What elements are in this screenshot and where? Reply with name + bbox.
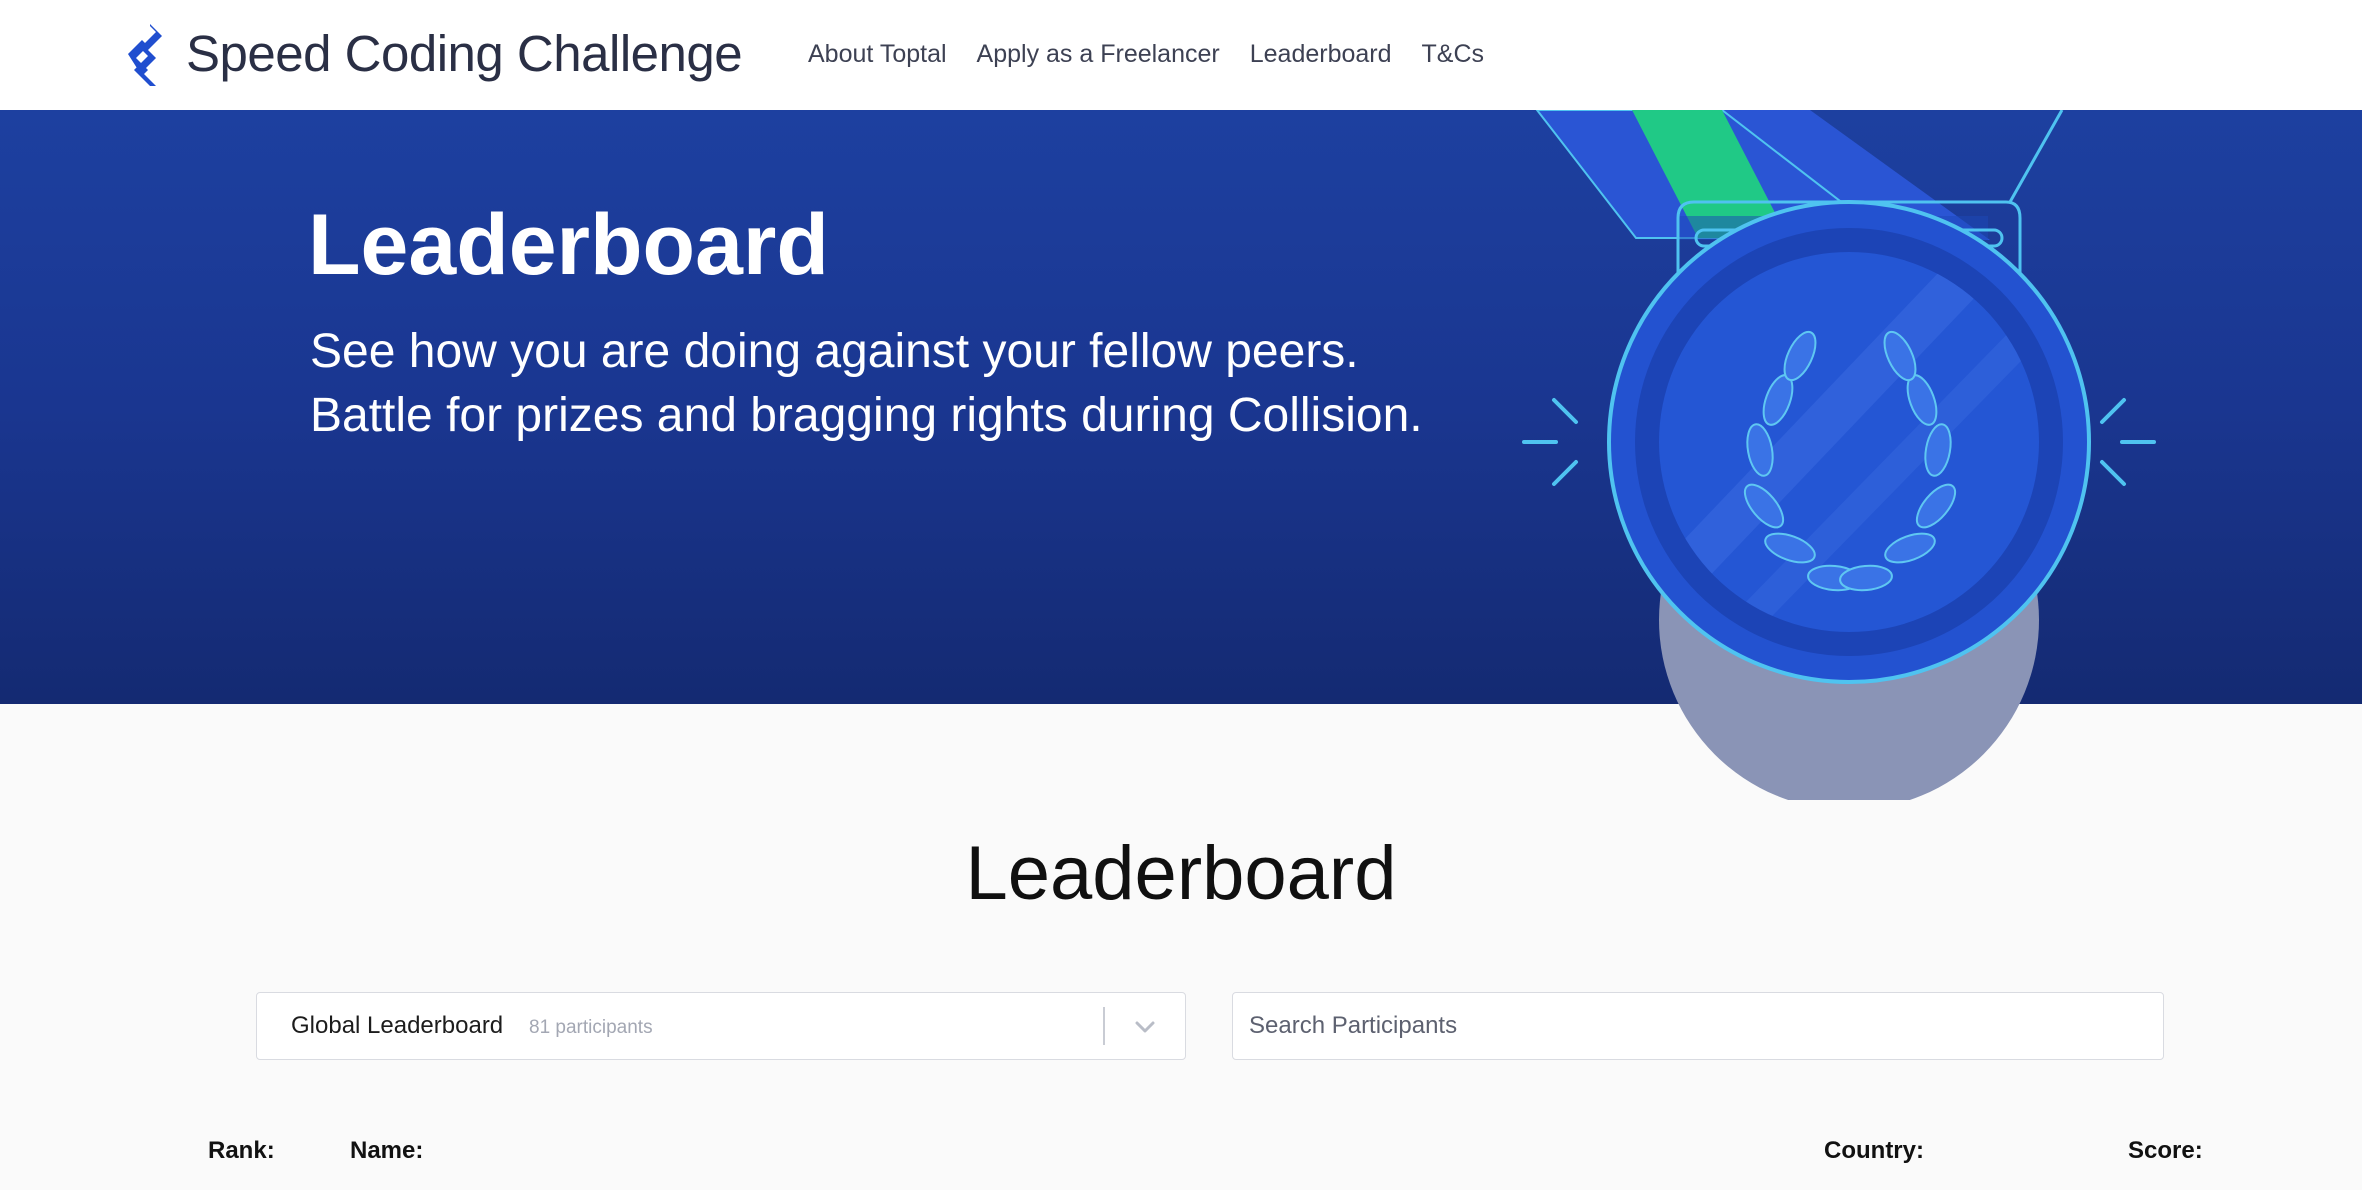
medal-illustration — [1522, 110, 2156, 800]
site-title[interactable]: Speed Coding Challenge — [186, 22, 743, 86]
nav-link-terms[interactable]: T&Cs — [1422, 38, 1485, 70]
column-header-score: Score: — [2128, 1137, 2203, 1164]
leaderboard-select[interactable]: Global Leaderboard 81 participants — [256, 992, 1186, 1060]
select-divider — [1103, 1007, 1105, 1045]
leaderboard-select-label: Global Leaderboard — [291, 1012, 504, 1039]
hero-title: Leaderboard — [308, 197, 829, 293]
hero-subtitle-line-2: Battle for prizes and bragging rights du… — [310, 389, 1423, 442]
main-nav: About Toptal Apply as a Freelancer Leade… — [808, 38, 1484, 70]
chevron-down-icon[interactable] — [1125, 1007, 1165, 1047]
hero-subtitle: See how you are doing against your fello… — [310, 320, 1423, 448]
nav-link-leaderboard[interactable]: Leaderboard — [1250, 38, 1392, 70]
column-header-rank: Rank: — [208, 1137, 275, 1164]
hero-subtitle-line-1: See how you are doing against your fello… — [310, 325, 1359, 378]
top-navigation-bar: Speed Coding Challenge About Toptal Appl… — [0, 0, 2362, 111]
toptal-logo-icon[interactable] — [128, 24, 172, 86]
column-header-country: Country: — [1824, 1137, 1924, 1164]
search-participants-input[interactable] — [1232, 992, 2164, 1060]
nav-link-apply-freelancer[interactable]: Apply as a Freelancer — [977, 38, 1220, 70]
column-header-name: Name: — [350, 1137, 424, 1164]
nav-link-about-toptal[interactable]: About Toptal — [808, 38, 947, 70]
leaderboard-title: Leaderboard — [965, 831, 1397, 916]
participant-count: 81 participants — [529, 1017, 653, 1038]
